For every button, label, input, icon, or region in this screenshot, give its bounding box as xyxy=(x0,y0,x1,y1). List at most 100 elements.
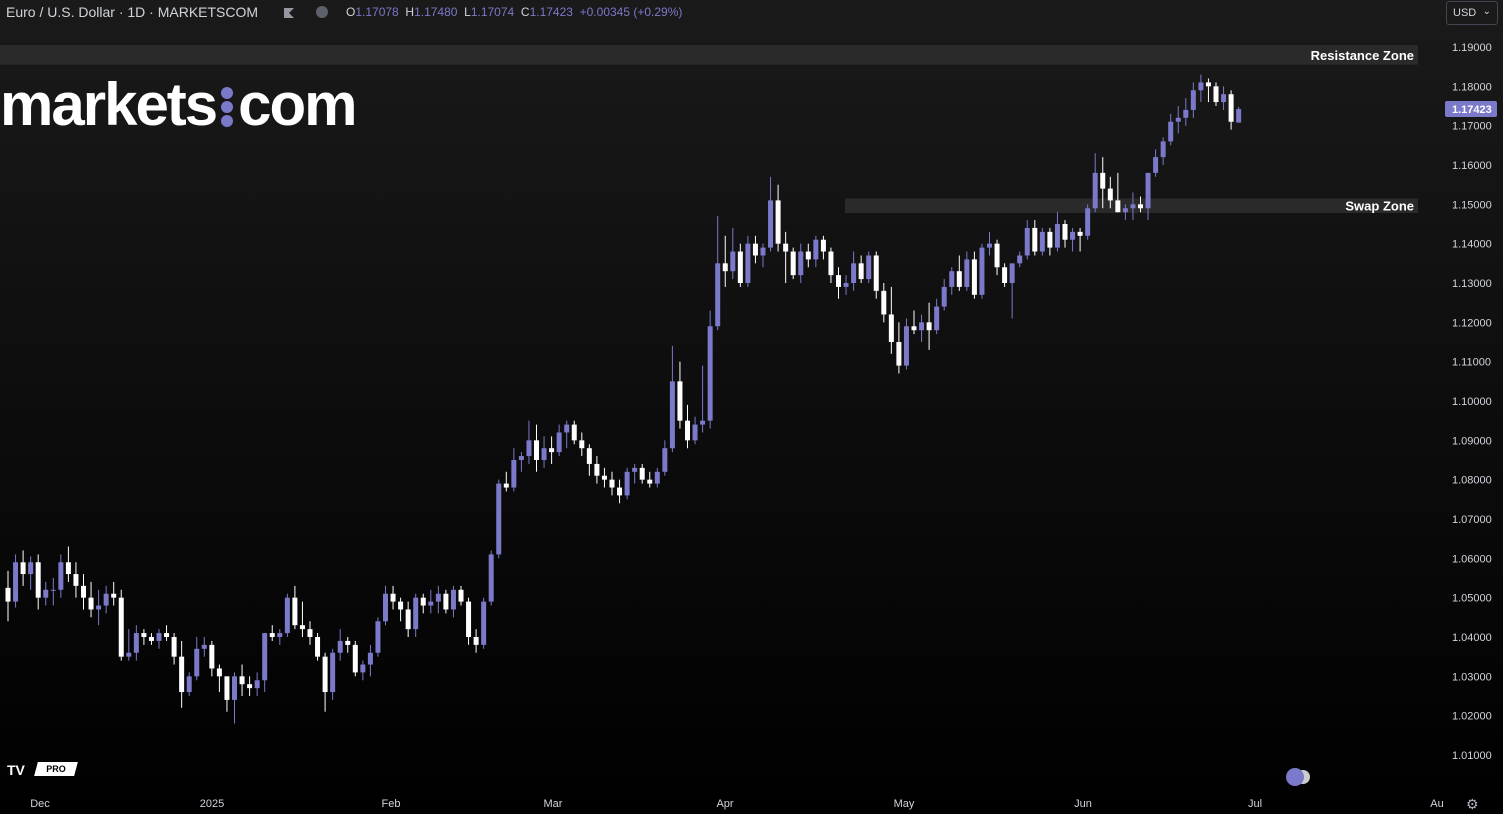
candle-body xyxy=(556,432,562,453)
candle-body xyxy=(1100,172,1106,189)
candle-body xyxy=(171,637,177,657)
price-tick-label: 1.19000 xyxy=(1452,42,1492,54)
candle-body xyxy=(1002,267,1008,283)
candle-body xyxy=(1070,231,1076,240)
candle-body xyxy=(964,259,970,287)
price-tick-label: 1.17000 xyxy=(1452,121,1492,133)
candle-body xyxy=(405,609,411,630)
price-tick-label: 1.13000 xyxy=(1452,278,1492,290)
candle-body xyxy=(617,487,623,496)
price-tick-label: 1.04000 xyxy=(1452,632,1492,644)
candle-body xyxy=(941,286,947,307)
candle-body xyxy=(1205,82,1211,87)
price-tick-label: 1.12000 xyxy=(1452,317,1492,329)
candle-body xyxy=(1115,200,1121,213)
candle-body xyxy=(420,597,426,606)
gear-icon[interactable]: ⚙ xyxy=(1466,796,1479,813)
candle-body xyxy=(1122,208,1128,213)
price-axis: 1.19000 1.18000 1.17000 1.16000 1.15000 1.140… xyxy=(1452,42,1492,762)
candle-body xyxy=(1198,82,1204,91)
candle-body xyxy=(639,467,645,480)
candle-body xyxy=(752,243,758,256)
candle-body xyxy=(254,680,260,689)
candle-body xyxy=(534,440,539,460)
candle-body xyxy=(730,251,736,272)
price-tick-label: 1.09000 xyxy=(1452,435,1492,447)
candle-body xyxy=(148,637,154,641)
price-tick-label: 1.16000 xyxy=(1452,160,1492,172)
candle-body xyxy=(239,676,245,685)
logo-separator xyxy=(220,83,234,127)
candle-body xyxy=(179,656,185,693)
candle-body xyxy=(503,483,509,488)
candle-body xyxy=(866,255,872,280)
candle-body xyxy=(1085,208,1091,236)
market-status-icon[interactable] xyxy=(316,6,328,18)
price-tick-label: 1.08000 xyxy=(1452,475,1492,487)
candle-body xyxy=(224,676,230,700)
candle-body xyxy=(1221,94,1227,103)
candle-body xyxy=(760,247,766,256)
candle-body xyxy=(669,381,675,449)
candle-body xyxy=(1213,86,1219,103)
candle-body xyxy=(911,326,917,331)
candle-body xyxy=(330,652,336,693)
candle-body xyxy=(50,589,56,591)
candle-body xyxy=(118,597,124,657)
compare-icon[interactable] xyxy=(1286,768,1304,786)
candle-body xyxy=(58,562,64,590)
candle-body xyxy=(722,263,728,272)
candle-body xyxy=(315,637,321,657)
time-tick-label: Jul xyxy=(1248,798,1262,810)
candle-body xyxy=(28,562,34,575)
markets-com-logo: markets com xyxy=(0,71,358,138)
candle-body xyxy=(20,562,26,575)
candle-body xyxy=(13,562,19,602)
candle-body xyxy=(1145,172,1151,209)
candle-body xyxy=(624,471,630,496)
candle-body xyxy=(352,644,358,673)
candle-body xyxy=(775,200,781,244)
candle-body xyxy=(383,593,388,622)
zone-label: Swap Zone xyxy=(1345,199,1414,214)
candle-body xyxy=(1062,224,1068,240)
candle-body xyxy=(828,251,834,276)
candle-body xyxy=(164,633,170,637)
candle-body xyxy=(949,271,955,287)
candle-body xyxy=(466,601,472,637)
candle-body xyxy=(994,243,1000,268)
candle-body xyxy=(979,247,985,295)
price-tick-label: 1.02000 xyxy=(1452,711,1492,723)
candle-body xyxy=(216,668,222,677)
candle-body xyxy=(813,239,819,260)
candle-body xyxy=(1175,117,1181,122)
candle-body xyxy=(88,597,94,610)
candle-body xyxy=(692,424,698,441)
candle-body xyxy=(1009,263,1015,283)
time-tick-label: Apr xyxy=(716,798,733,810)
candle-body xyxy=(564,424,570,433)
candle-body xyxy=(1092,172,1098,209)
price-tick-label: 1.03000 xyxy=(1452,671,1492,683)
candle-body xyxy=(201,644,207,649)
candle-body xyxy=(843,283,849,287)
candle-body xyxy=(526,440,532,457)
candle-body xyxy=(73,574,79,586)
candle-body xyxy=(103,593,109,606)
symbol-title[interactable]: Euro / U.S. Dollar · 1D · MARKETSCOM xyxy=(6,4,258,20)
candle-body xyxy=(518,456,524,460)
candle-body xyxy=(594,463,600,476)
currency-select[interactable]: USD ⌄ xyxy=(1446,1,1498,25)
candle-body xyxy=(360,664,366,673)
candle-body xyxy=(858,263,864,280)
candle-body xyxy=(609,479,615,488)
candle-body xyxy=(1032,227,1038,252)
candle-body xyxy=(5,587,11,602)
candle-body xyxy=(685,420,690,441)
candle-body xyxy=(284,597,290,634)
candle-body xyxy=(1054,224,1060,248)
candle-body xyxy=(798,251,804,276)
candle-body xyxy=(707,326,713,421)
candle-body xyxy=(896,342,902,366)
flag-icon[interactable] xyxy=(283,7,295,19)
